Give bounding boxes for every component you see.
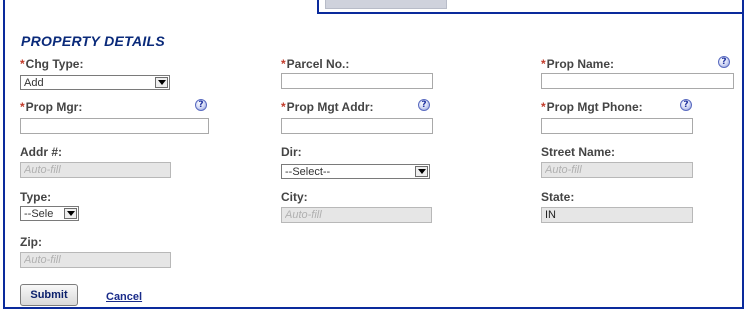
- dropdown-arrow-icon: [155, 77, 168, 88]
- parcel-no-label-text: Parcel No.:: [286, 57, 350, 71]
- required-marker: *: [20, 57, 25, 71]
- state-input[interactable]: [541, 207, 693, 223]
- addr-no-label: Addr #:: [20, 145, 62, 159]
- prop-mgt-phone-label-text: Prop Mgt Phone:: [546, 100, 643, 114]
- parcel-no-label: *Parcel No.:: [281, 57, 349, 71]
- addr-no-input[interactable]: [20, 162, 171, 178]
- submit-button[interactable]: Submit: [20, 284, 78, 306]
- required-marker: *: [281, 100, 286, 114]
- dropdown-arrow-icon: [415, 166, 428, 177]
- type-select[interactable]: --Sele: [20, 206, 79, 221]
- type-value: --Sele: [24, 207, 54, 220]
- prop-name-label: *Prop Name:: [541, 57, 614, 71]
- street-name-label: Street Name:: [541, 145, 616, 159]
- chg-type-select[interactable]: Add: [20, 75, 170, 90]
- cancel-link[interactable]: Cancel: [106, 291, 142, 303]
- help-icon[interactable]: ?: [680, 99, 692, 111]
- type-label: Type:: [20, 190, 52, 204]
- required-marker: *: [541, 57, 546, 71]
- zip-input[interactable]: [20, 252, 171, 268]
- prop-mgr-input[interactable]: [20, 118, 209, 134]
- prop-mgt-addr-label: *Prop Mgt Addr:: [281, 100, 374, 114]
- prop-mgt-addr-input[interactable]: [281, 118, 433, 134]
- top-panel-tab: [325, 0, 447, 9]
- chg-type-label-text: Chg Type:: [25, 57, 84, 71]
- help-icon[interactable]: ?: [195, 99, 207, 111]
- dropdown-arrow-icon: [64, 208, 77, 219]
- chg-type-value: Add: [24, 76, 44, 89]
- dir-select[interactable]: --Select--: [281, 164, 430, 179]
- prop-mgt-phone-label: *Prop Mgt Phone:: [541, 100, 643, 114]
- state-label: State:: [541, 190, 575, 204]
- required-marker: *: [20, 100, 25, 114]
- help-icon[interactable]: ?: [418, 99, 430, 111]
- prop-name-label-text: Prop Name:: [546, 57, 615, 71]
- prop-name-input[interactable]: [541, 73, 734, 89]
- zip-label: Zip:: [20, 235, 42, 249]
- dir-value: --Select--: [285, 165, 331, 178]
- help-icon[interactable]: ?: [718, 56, 730, 68]
- required-marker: *: [281, 57, 286, 71]
- prop-mgr-label: *Prop Mgr:: [20, 100, 82, 114]
- street-name-input[interactable]: [541, 162, 693, 178]
- required-marker: *: [541, 100, 546, 114]
- prop-mgt-addr-label-text: Prop Mgt Addr:: [286, 100, 374, 114]
- prop-mgr-label-text: Prop Mgr:: [25, 100, 83, 114]
- city-input[interactable]: [281, 207, 432, 223]
- section-title: PROPERTY DETAILS: [21, 33, 166, 49]
- parcel-no-input[interactable]: [281, 73, 433, 89]
- prop-mgt-phone-input[interactable]: [541, 118, 693, 134]
- dir-label: Dir:: [281, 145, 302, 159]
- chg-type-label: *Chg Type:: [20, 57, 83, 71]
- top-panel: [317, 0, 744, 14]
- city-label: City:: [281, 190, 308, 204]
